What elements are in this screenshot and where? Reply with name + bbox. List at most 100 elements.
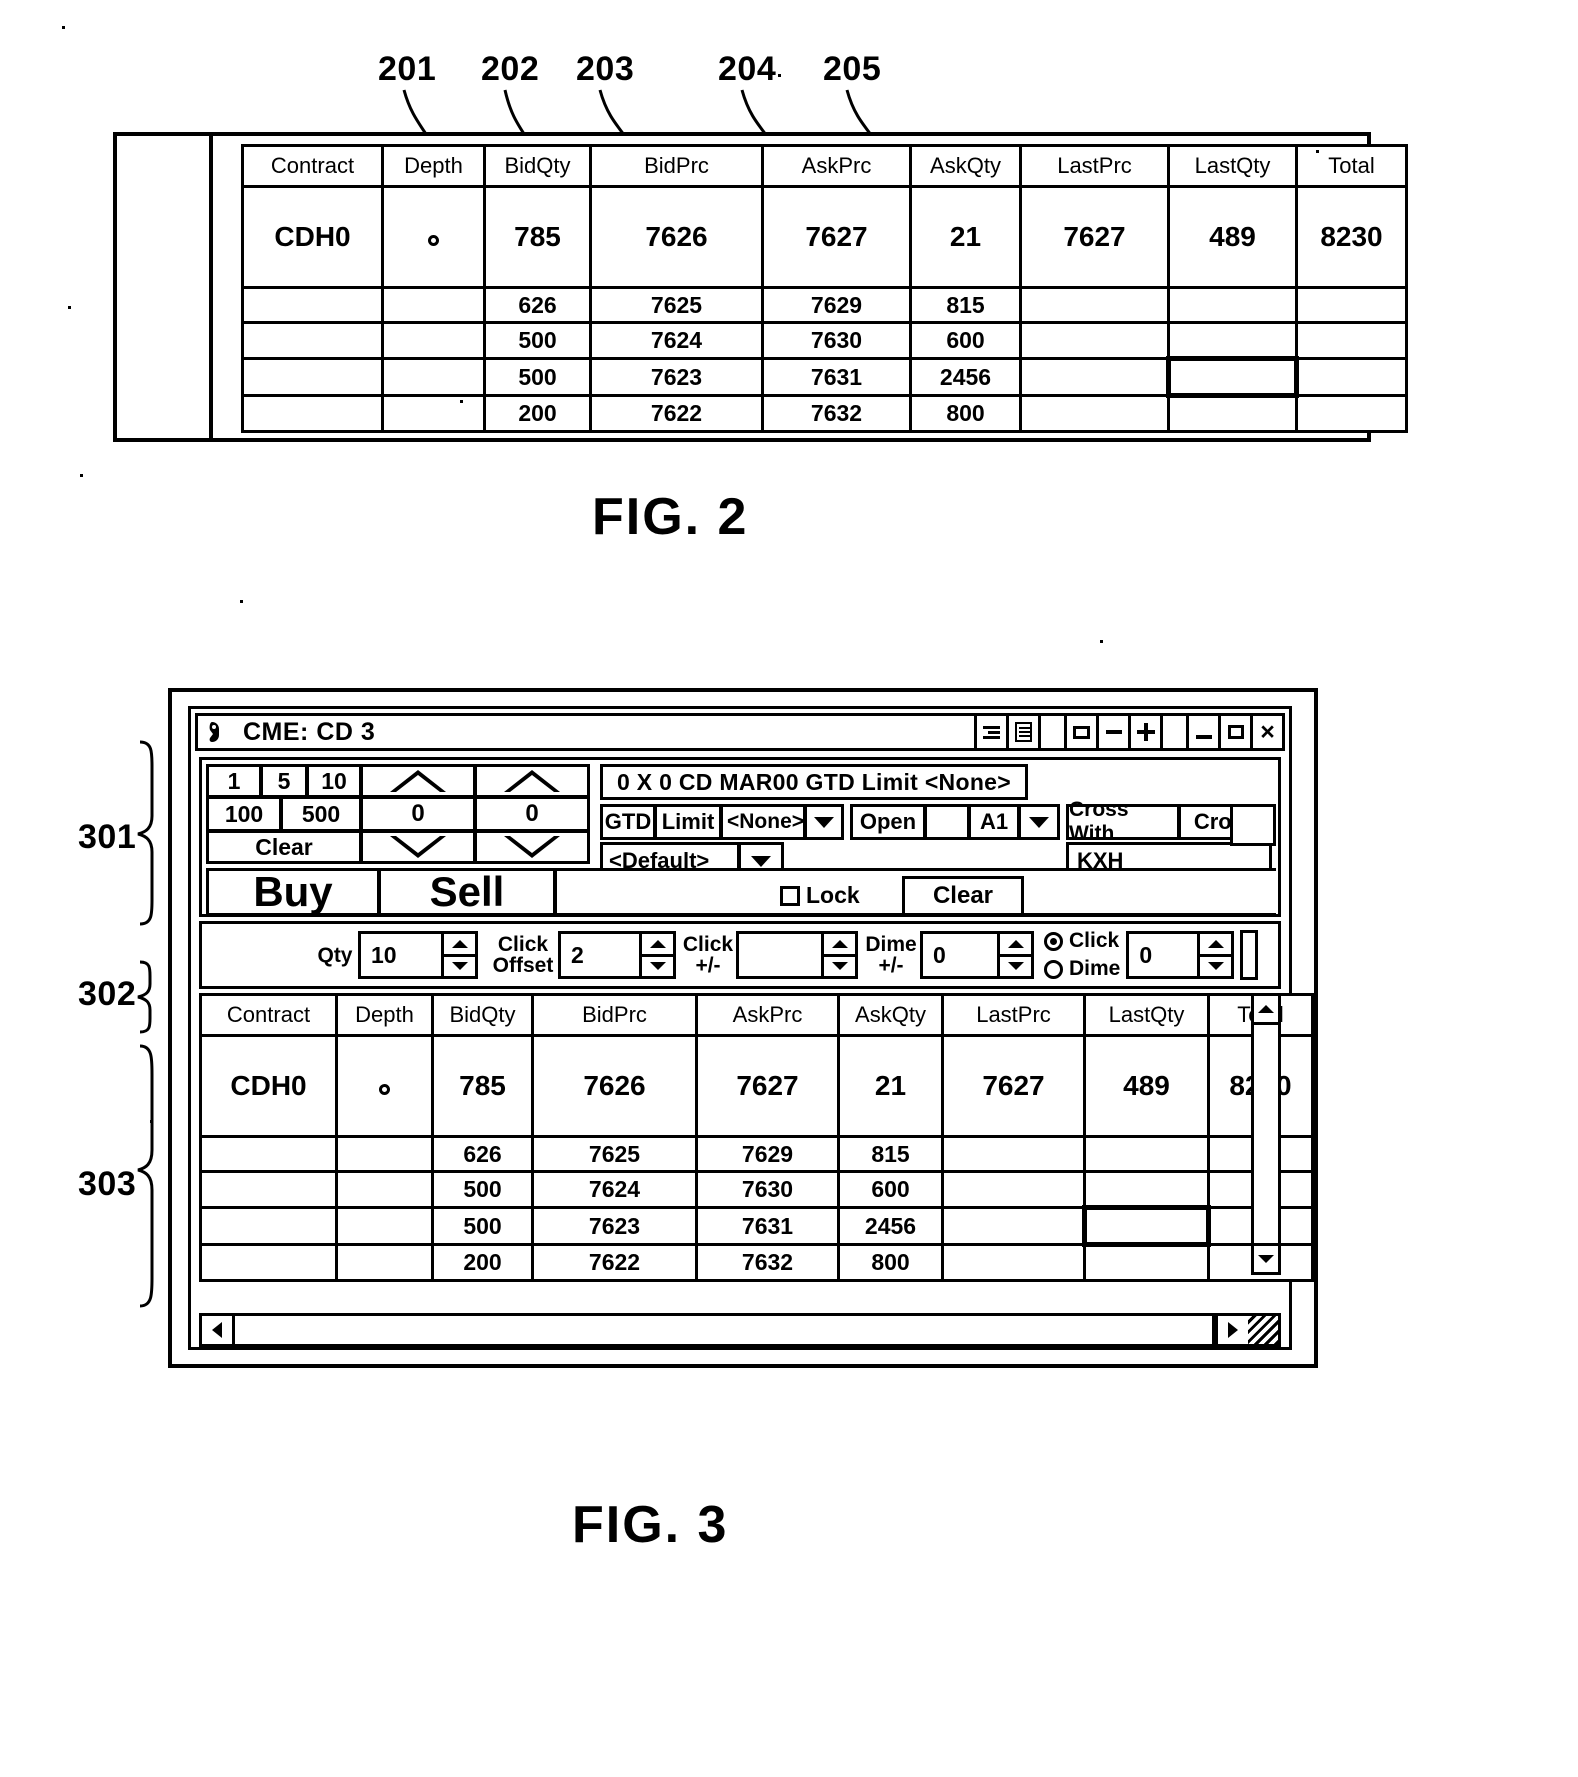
- qty-clear-button[interactable]: Clear: [206, 830, 362, 864]
- fig3-cell-bidqty[interactable]: 626: [431, 1135, 534, 1173]
- qty-preset-100[interactable]: 100: [206, 796, 282, 832]
- fig2-cell-bidprc[interactable]: 7626: [589, 185, 764, 289]
- vertical-scrollbar[interactable]: [1251, 993, 1281, 1275]
- fig2-cell-depth[interactable]: [381, 321, 486, 360]
- qty-preset-10[interactable]: 10: [306, 764, 362, 798]
- fig2-cell-bidprc[interactable]: 7623: [589, 357, 764, 397]
- fig2-cell-total[interactable]: [1295, 357, 1408, 397]
- fig3-cell-lastqty[interactable]: [1083, 1170, 1210, 1209]
- fig2-cell-depth[interactable]: [381, 185, 486, 289]
- fig3-cell-askqty[interactable]: 21: [837, 1034, 944, 1138]
- fig2-cell-bidprc[interactable]: 7625: [589, 286, 764, 324]
- fig2-cell-lastqty-highlighted[interactable]: [1166, 356, 1299, 398]
- misc-square-button[interactable]: [1230, 804, 1276, 846]
- fig2-cell-total[interactable]: [1295, 321, 1408, 360]
- fig2-cell-contract[interactable]: [241, 321, 384, 360]
- order-type-field[interactable]: Limit: [654, 804, 722, 840]
- fig2-cell-lastprc[interactable]: 7627: [1019, 185, 1170, 289]
- document-icon[interactable]: [1006, 716, 1038, 748]
- fig2-cell-askprc[interactable]: 7627: [761, 185, 912, 289]
- radio-option-click[interactable]: Click: [1044, 929, 1120, 953]
- fig3-cell-depth[interactable]: [335, 1243, 434, 1282]
- fig3-col-lastqty[interactable]: LastQty: [1083, 993, 1210, 1037]
- fig3-cell-bidprc[interactable]: 7624: [531, 1170, 698, 1209]
- fig3-cell-askprc[interactable]: 7632: [695, 1243, 840, 1282]
- fig3-cell-bidqty[interactable]: 785: [431, 1034, 534, 1138]
- fig3-depth-row[interactable]: 500 7624 7630 600: [199, 1170, 1314, 1209]
- fig3-cell-lastqty-highlighted[interactable]: [1082, 1205, 1211, 1247]
- spinner-b-down-button[interactable]: [474, 830, 590, 864]
- fig2-cell-lastprc[interactable]: [1019, 286, 1170, 324]
- maximize-icon[interactable]: [1218, 716, 1250, 748]
- fig2-depth-row[interactable]: 200 7622 7632 800: [241, 394, 1408, 433]
- fig2-cell-bidqty[interactable]: 785: [483, 185, 592, 289]
- scroll-right-button[interactable]: [1215, 1316, 1248, 1344]
- scroll-down-button[interactable]: [1254, 1243, 1278, 1272]
- fig3-col-lastprc[interactable]: LastPrc: [941, 993, 1086, 1037]
- fig2-cell-contract[interactable]: [241, 286, 384, 324]
- fig2-cell-askqty[interactable]: 21: [909, 185, 1022, 289]
- fig3-col-askqty[interactable]: AskQty: [837, 993, 944, 1037]
- fig3-depth-row[interactable]: 626 7625 7629 815: [199, 1135, 1314, 1173]
- scroll-up-button[interactable]: [1254, 996, 1278, 1025]
- fig3-cell-lastprc[interactable]: 7627: [941, 1034, 1086, 1138]
- qty-input[interactable]: 10: [358, 931, 444, 979]
- resize-grip[interactable]: [1248, 1316, 1278, 1344]
- fig2-inside-market-row[interactable]: CDH0 785 7626 7627 21 7627 489 8230: [241, 185, 1408, 289]
- qty-preset-1[interactable]: 1: [206, 764, 262, 798]
- qty-stepper[interactable]: [444, 931, 478, 979]
- fig3-col-contract[interactable]: Contract: [199, 993, 338, 1037]
- fig3-cell-askprc[interactable]: 7631: [695, 1206, 840, 1246]
- fig2-cell-askqty[interactable]: 800: [909, 394, 1022, 433]
- settings-row-end-box[interactable]: [1240, 930, 1259, 980]
- fig3-cell-contract[interactable]: [199, 1135, 338, 1173]
- lock-control[interactable]: Lock: [780, 882, 860, 909]
- click-offset-stepper-up[interactable]: [642, 934, 673, 957]
- fig3-cell-askqty[interactable]: 800: [837, 1243, 944, 1282]
- fig3-col-bidprc[interactable]: BidPrc: [531, 993, 698, 1037]
- fig3-cell-askqty[interactable]: 2456: [837, 1206, 944, 1246]
- fig2-cell-bidqty[interactable]: 200: [483, 394, 592, 433]
- open-close-field[interactable]: Open: [850, 804, 926, 840]
- minimize-dash-icon[interactable]: [1096, 716, 1128, 748]
- trailing-stepper-down[interactable]: [1200, 957, 1231, 977]
- spinner-a-up-button[interactable]: [360, 764, 476, 798]
- minimize-icon[interactable]: [1186, 716, 1218, 748]
- restriction-field[interactable]: <None>: [720, 804, 806, 840]
- account-dropdown-button[interactable]: [1018, 804, 1060, 840]
- qty-preset-500[interactable]: 500: [280, 796, 362, 832]
- fig3-cell-lastprc[interactable]: [941, 1170, 1086, 1209]
- fig2-cell-lastprc[interactable]: [1019, 321, 1170, 360]
- checkbox-icon[interactable]: [780, 885, 800, 906]
- buy-button[interactable]: Buy: [206, 868, 380, 916]
- spinner-b-up-button[interactable]: [474, 764, 590, 798]
- fig3-cell-bidqty[interactable]: 500: [431, 1206, 534, 1246]
- fig2-cell-depth[interactable]: [381, 286, 486, 324]
- fig2-cell-askprc[interactable]: 7629: [761, 286, 912, 324]
- fig3-cell-bidprc[interactable]: 7626: [531, 1034, 698, 1138]
- fig2-cell-lastprc[interactable]: [1019, 357, 1170, 397]
- dime-pm-input[interactable]: 0: [920, 931, 1000, 979]
- fig2-depth-row[interactable]: 500 7623 7631 2456: [241, 356, 1408, 398]
- fig3-cell-contract[interactable]: CDH0: [199, 1034, 338, 1138]
- trailing-stepper-up[interactable]: [1200, 934, 1232, 957]
- restriction-dropdown-button[interactable]: [804, 804, 844, 840]
- fig3-cell-askprc[interactable]: 7629: [695, 1135, 840, 1173]
- fig3-inside-market-row[interactable]: CDH0 785 7626 7627 21 7627 489 8230: [199, 1034, 1314, 1138]
- fig2-cell-contract[interactable]: [241, 394, 384, 433]
- click-offset-input[interactable]: 2: [558, 931, 642, 979]
- clear-button[interactable]: Clear: [902, 876, 1024, 916]
- fig2-cell-contract[interactable]: [241, 357, 384, 397]
- fig3-cell-lastprc[interactable]: [941, 1135, 1086, 1173]
- dime-pm-stepper-up[interactable]: [1000, 934, 1031, 957]
- spinner-b-value[interactable]: 0: [474, 796, 590, 832]
- fig3-cell-bidprc[interactable]: 7623: [531, 1206, 698, 1246]
- fig2-cell-askprc[interactable]: 7632: [761, 394, 912, 433]
- fig2-cell-contract[interactable]: CDH0: [241, 185, 384, 289]
- click-offset-stepper-down[interactable]: [642, 957, 673, 977]
- fig3-col-depth[interactable]: Depth: [335, 993, 434, 1037]
- menu-lines-icon[interactable]: [974, 716, 1006, 748]
- trailing-input[interactable]: 0: [1126, 931, 1201, 979]
- fig3-cell-lastqty[interactable]: 489: [1083, 1034, 1210, 1138]
- spinner-a-value[interactable]: 0: [360, 796, 476, 832]
